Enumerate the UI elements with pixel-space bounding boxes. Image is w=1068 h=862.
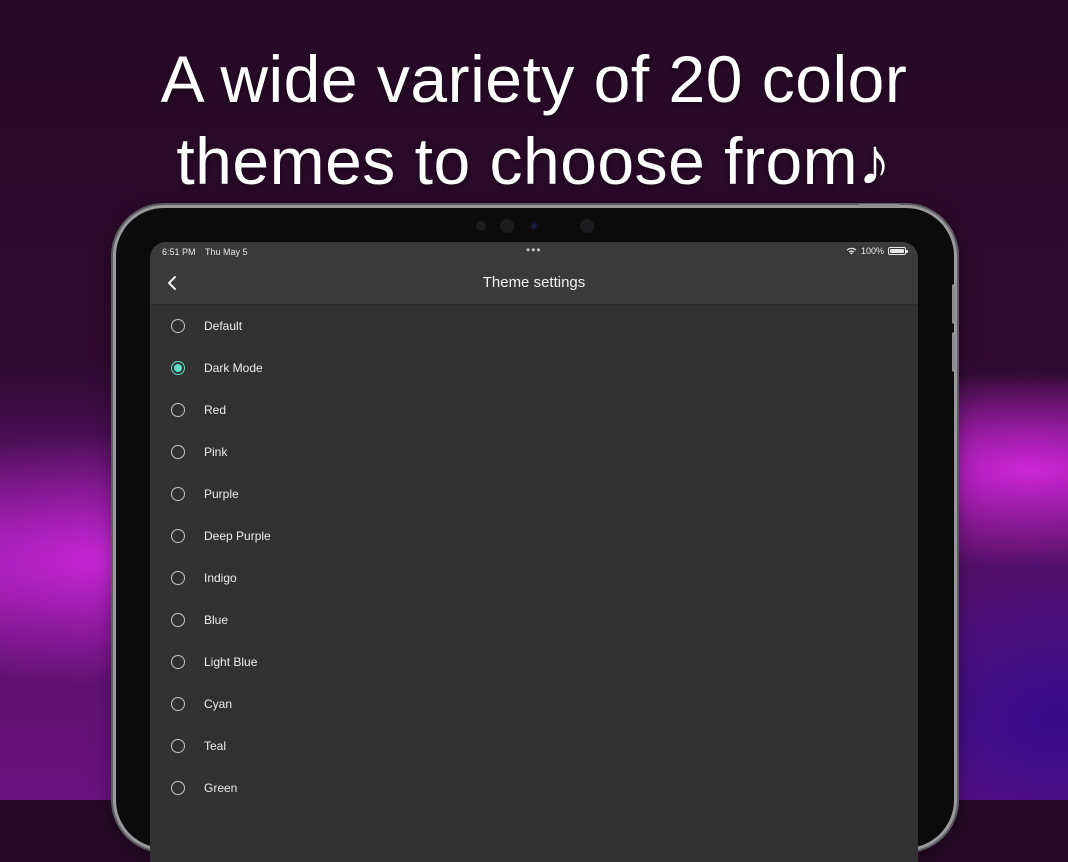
battery-icon <box>888 247 908 255</box>
camera-lens-icon <box>530 222 538 230</box>
power-button <box>858 204 900 207</box>
theme-option[interactable]: Green <box>150 767 918 809</box>
radio-checked-icon[interactable] <box>171 361 185 375</box>
volume-up-button <box>952 284 956 324</box>
theme-option[interactable]: Light Blue <box>150 641 918 683</box>
radio-unchecked-icon[interactable] <box>171 571 185 585</box>
theme-option[interactable]: Red <box>150 389 918 431</box>
theme-option-label: Deep Purple <box>204 529 271 543</box>
navigation-bar: Theme settings <box>150 262 918 305</box>
theme-option-label: Red <box>204 403 227 417</box>
wifi-icon <box>846 247 857 255</box>
theme-option[interactable]: Pink <box>150 431 918 473</box>
page-title: Theme settings <box>482 274 586 291</box>
headline-line-2: themes to choose from♪ <box>176 124 892 198</box>
theme-option[interactable]: Cyan <box>150 683 918 725</box>
theme-option-label: Light Blue <box>204 655 258 669</box>
radio-unchecked-icon[interactable] <box>171 655 185 669</box>
theme-option[interactable]: Teal <box>150 725 918 767</box>
theme-option-label: Teal <box>204 739 227 753</box>
radio-unchecked-icon[interactable] <box>171 445 185 459</box>
theme-option-label: Green <box>204 781 238 795</box>
theme-option-label: Dark Mode <box>204 361 263 375</box>
theme-option-label: Cyan <box>204 697 233 711</box>
radio-unchecked-icon[interactable] <box>171 739 185 753</box>
theme-option[interactable]: Indigo <box>150 557 918 599</box>
status-bar: 6:51 PM Thu May 5 ••• 100% <box>150 242 918 262</box>
battery-percent: 100% <box>860 246 884 256</box>
radio-unchecked-icon[interactable] <box>171 487 185 501</box>
front-camera-array <box>476 218 596 234</box>
radio-unchecked-icon[interactable] <box>171 319 185 333</box>
theme-list: Default Dark Mode Red Pink Purple Deep Purple… <box>150 305 918 809</box>
radio-unchecked-icon[interactable] <box>171 697 185 711</box>
radio-unchecked-icon[interactable] <box>171 781 185 795</box>
sensor-dot <box>476 221 486 231</box>
headline-line-1: A wide variety of 20 color <box>160 42 908 116</box>
radio-unchecked-icon[interactable] <box>171 403 185 417</box>
theme-option-label: Blue <box>204 613 229 627</box>
theme-option[interactable]: Default <box>150 305 918 347</box>
sensor-dot <box>580 219 594 233</box>
theme-option[interactable]: Blue <box>150 599 918 641</box>
status-time: 6:51 PM <box>162 247 196 257</box>
theme-option[interactable]: Purple <box>150 473 918 515</box>
theme-option[interactable]: Dark Mode <box>150 347 918 389</box>
tablet-frame: 6:51 PM Thu May 5 ••• 100% Theme setting… <box>116 204 956 862</box>
theme-option-label: Pink <box>204 445 228 459</box>
radio-unchecked-icon[interactable] <box>171 613 185 627</box>
theme-option-label: Default <box>204 319 243 333</box>
volume-down-button <box>952 332 956 372</box>
multitasking-dots-icon[interactable]: ••• <box>526 243 542 257</box>
theme-option[interactable]: Deep Purple <box>150 515 918 557</box>
status-right-group: 100% <box>846 246 908 256</box>
app-screen: 6:51 PM Thu May 5 ••• 100% Theme setting… <box>150 242 918 862</box>
promo-headline: A wide variety of 20 color themes to cho… <box>0 38 1068 202</box>
radio-unchecked-icon[interactable] <box>171 529 185 543</box>
theme-option-label: Purple <box>204 487 239 501</box>
status-date: Thu May 5 <box>205 247 248 257</box>
theme-option-label: Indigo <box>204 571 237 585</box>
sensor-dot <box>500 219 514 233</box>
